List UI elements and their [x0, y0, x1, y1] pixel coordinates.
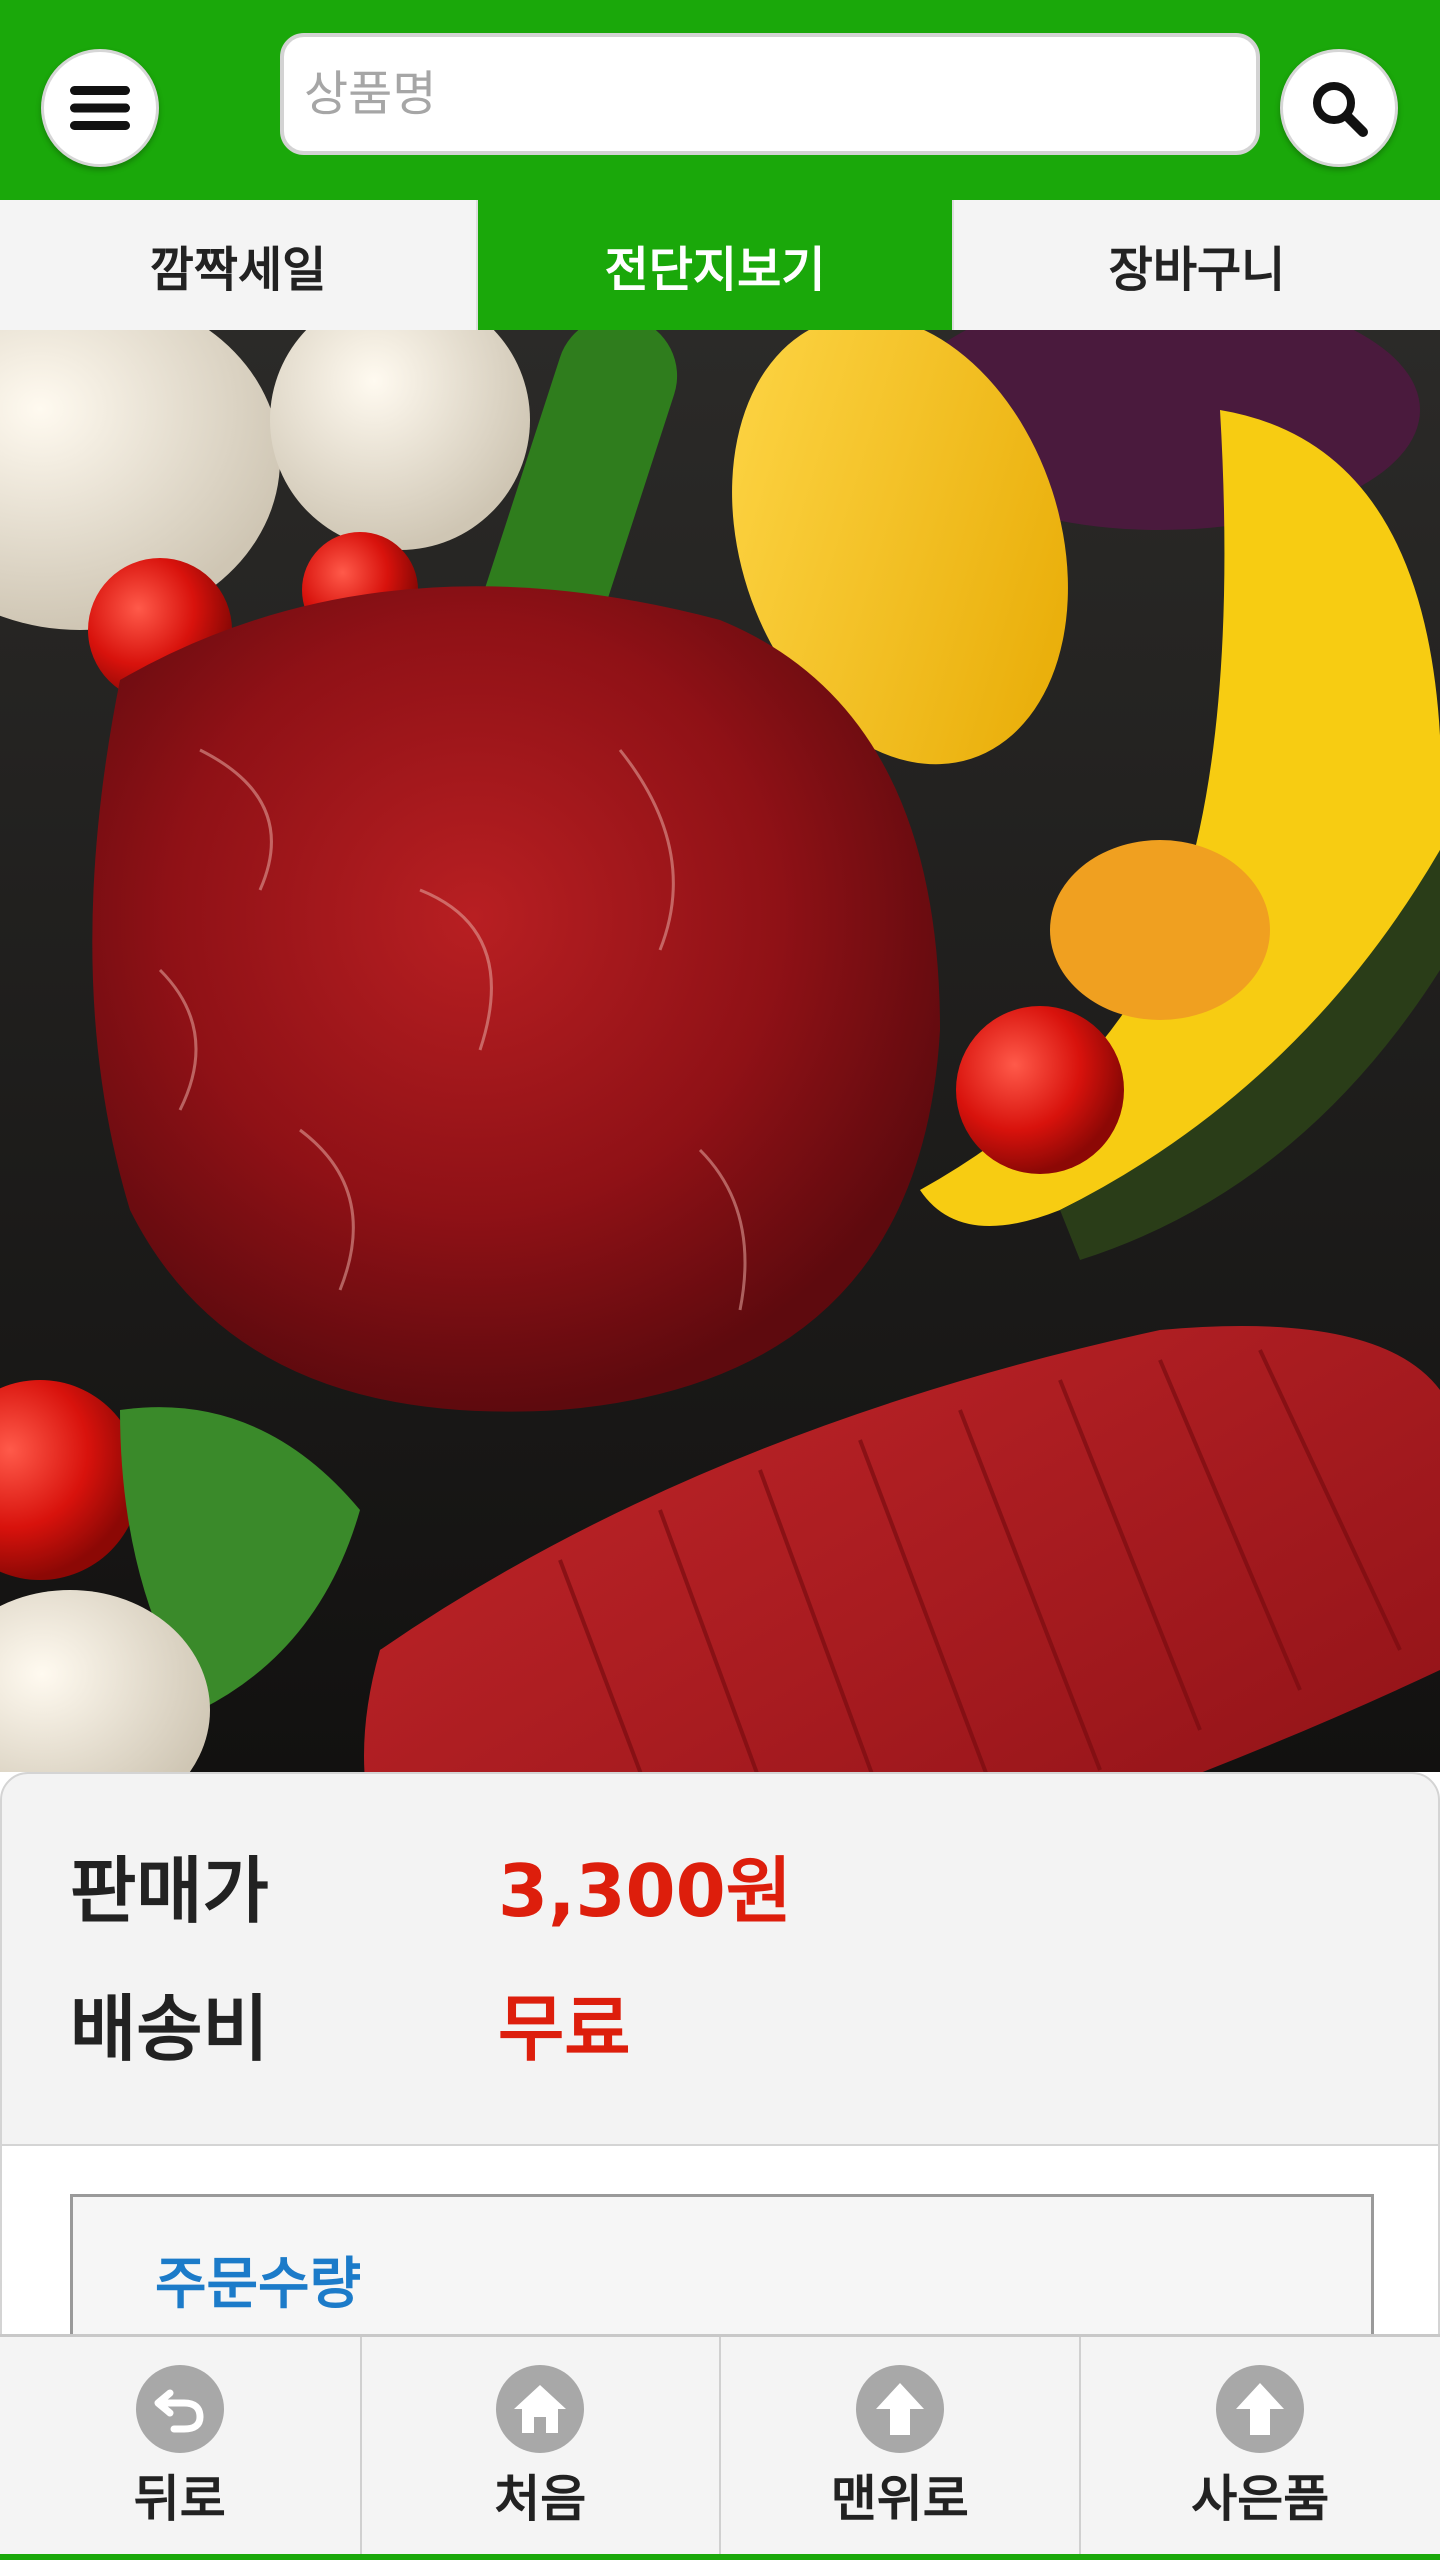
- quantity-box: 주문수량: [70, 2194, 1374, 2354]
- menu-icon: [70, 86, 130, 130]
- menu-button[interactable]: [41, 49, 159, 167]
- tab-flyer[interactable]: 전단지보기: [476, 200, 952, 330]
- search-button[interactable]: [1280, 49, 1398, 167]
- back-arrow-icon: [135, 2365, 224, 2453]
- nav-top-label: 맨위로: [830, 2470, 969, 2528]
- top-tabs: 깜짝세일 전단지보기 장바구니: [0, 200, 1440, 330]
- nav-gift-button[interactable]: 사은품: [1078, 2337, 1440, 2554]
- beef-and-vegetables-photo: [0, 330, 1440, 1772]
- nav-back-button[interactable]: 뒤로: [0, 2337, 360, 2554]
- price-row: 판매가 3,300원: [70, 1834, 792, 1934]
- nav-home-button[interactable]: 처음: [359, 2337, 720, 2554]
- nav-gift-label: 사은품: [1191, 2470, 1330, 2528]
- price-value: 3,300원: [498, 1848, 792, 1933]
- search-input[interactable]: [280, 33, 1260, 155]
- arrow-up-icon: [1216, 2365, 1305, 2453]
- bottom-nav: 뒤로 처음 맨위로 사은품: [0, 2334, 1440, 2560]
- shipping-row: 배송비 무료: [70, 1972, 630, 2072]
- search-icon: [1313, 82, 1368, 137]
- quantity-label: 주문수량: [155, 2252, 362, 2317]
- app-header: [0, 0, 1440, 200]
- shipping-value: 무료: [498, 1986, 631, 2071]
- tab-flash-sale[interactable]: 깜짝세일: [0, 200, 476, 330]
- home-icon: [496, 2365, 585, 2453]
- nav-top-button[interactable]: 맨위로: [719, 2337, 1079, 2554]
- order-quantity-section: 주문수량: [0, 2146, 1440, 2354]
- product-image: [0, 330, 1440, 1772]
- shipping-label: 배송비: [70, 1986, 269, 2071]
- tab-cart[interactable]: 장바구니: [952, 200, 1440, 330]
- price-panel: 판매가 3,300원 배송비 무료: [0, 1772, 1440, 2146]
- arrow-up-icon: [855, 2365, 944, 2453]
- nav-home-label: 처음: [494, 2470, 587, 2528]
- price-label: 판매가: [70, 1848, 269, 1933]
- nav-back-label: 뒤로: [133, 2470, 226, 2528]
